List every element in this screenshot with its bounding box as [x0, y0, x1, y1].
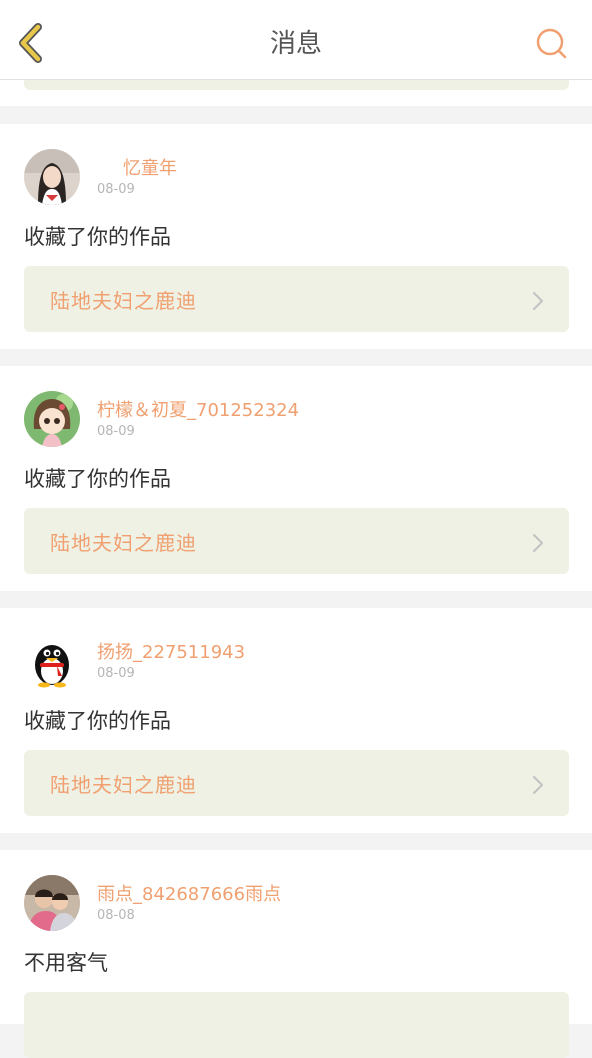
message-text: 收藏了你的作品: [24, 709, 171, 733]
work-link[interactable]: 陆地夫妇之鹿迪: [24, 266, 569, 332]
avatar[interactable]: [24, 149, 80, 205]
search-icon: [536, 28, 567, 59]
message-text: 不用客气: [24, 951, 108, 975]
avatar[interactable]: [24, 391, 80, 447]
back-button[interactable]: [10, 20, 50, 66]
message-date: 08-09: [97, 424, 135, 439]
message-card: 忆童年 08-09 收藏了你的作品 陆地夫妇之鹿迪: [0, 124, 592, 349]
message-card: 柠檬＆初夏_701252324 08-09 收藏了你的作品 陆地夫妇之鹿迪: [0, 366, 592, 591]
user-name[interactable]: 忆童年: [123, 154, 177, 180]
avatar[interactable]: [24, 633, 80, 689]
avatar-photo-icon: [24, 875, 80, 931]
user-name[interactable]: 雨点_842687666雨点: [97, 880, 281, 906]
user-name[interactable]: 柠檬＆初夏_701252324: [97, 396, 299, 422]
message-date: 08-09: [97, 182, 135, 197]
message-list: 忆童年 08-09 收藏了你的作品 陆地夫妇之鹿迪 柠檬＆初夏_70125232…: [0, 0, 592, 1058]
user-name[interactable]: 扬扬_227511943: [97, 638, 245, 664]
work-title: 陆地夫妇之鹿迪: [50, 773, 197, 797]
avatar-penguin-icon: [24, 633, 80, 689]
avatar-girl-icon: [24, 149, 80, 205]
chevron-right-icon: [532, 533, 544, 553]
work-link[interactable]: 陆地夫妇之鹿迪: [24, 508, 569, 574]
chevron-right-icon: [532, 775, 544, 795]
header-bar: 消息: [0, 0, 592, 80]
message-date: 08-08: [97, 908, 135, 923]
work-title: 陆地夫妇之鹿迪: [50, 289, 197, 313]
avatar-cartoon-girl-icon: [24, 391, 80, 447]
avatar[interactable]: [24, 875, 80, 931]
search-button[interactable]: [532, 24, 572, 64]
message-text: 收藏了你的作品: [24, 467, 171, 491]
message-text: 收藏了你的作品: [24, 225, 171, 249]
message-card: 雨点_842687666雨点 08-08 不用客气: [0, 850, 592, 1058]
work-title: 陆地夫妇之鹿迪: [50, 531, 197, 555]
work-link[interactable]: 陆地夫妇之鹿迪: [24, 750, 569, 816]
message-card: 扬扬_227511943 08-09 收藏了你的作品 陆地夫妇之鹿迪: [0, 608, 592, 833]
message-date: 08-09: [97, 666, 135, 681]
page-title: 消息: [269, 29, 322, 59]
chevron-right-icon: [532, 291, 544, 311]
chevron-left-icon: [19, 23, 42, 63]
work-link-partial[interactable]: [24, 992, 569, 1058]
